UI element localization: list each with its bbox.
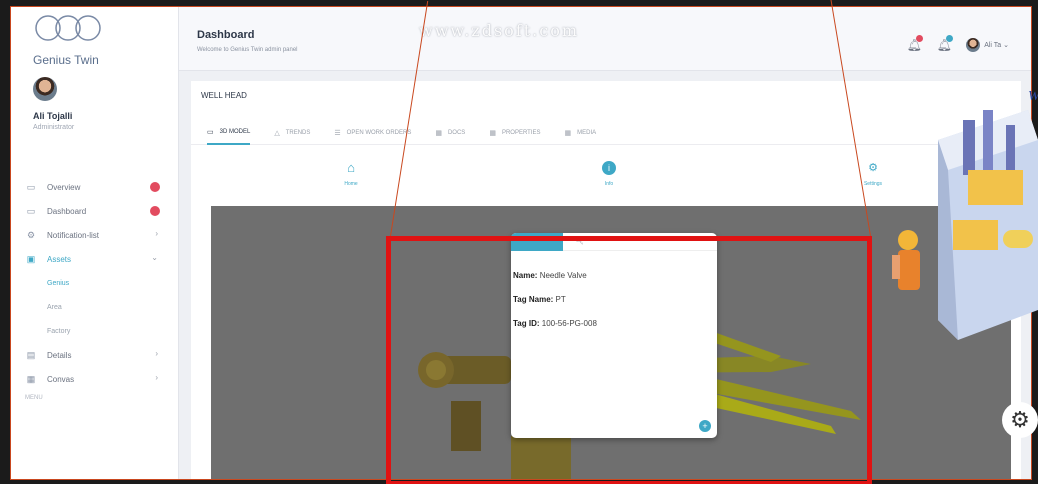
tab-label: DOCS xyxy=(447,130,466,136)
list-icon: ☰ xyxy=(334,130,341,137)
notification-badge xyxy=(150,182,160,192)
notification-badge xyxy=(150,206,160,216)
grid-icon: ▦ xyxy=(489,130,496,137)
tab-label: MEDIA xyxy=(577,130,597,136)
factory-illustration: W xyxy=(892,89,1038,340)
sidebar-item-label: Overview xyxy=(47,182,81,192)
page-subtitle: Welcome to Genius Twin admin panel xyxy=(197,47,298,53)
sidebar: Genius Twin Ali Tojalli Administrator ▭ … xyxy=(11,7,179,479)
sidebar-item-notification-list[interactable]: ⚙ Notification-list › xyxy=(11,223,178,247)
header-username[interactable]: Ali Ta xyxy=(984,42,1001,49)
settings-icon[interactable]: ⚙ xyxy=(1002,402,1038,438)
notification-dot xyxy=(946,35,954,42)
user-name: Ali Tojalli xyxy=(33,111,73,121)
illustration-text: W xyxy=(1028,89,1038,104)
home-button[interactable]: ⌂ Home xyxy=(331,160,371,188)
box-icon: ▣ xyxy=(26,254,36,264)
tab-trends[interactable]: △ TRENDS xyxy=(274,121,310,145)
logo-icon xyxy=(35,15,101,41)
page-title: Dashboard xyxy=(197,29,255,41)
tab-3d-model[interactable]: ▭ 3D MODEL xyxy=(207,121,251,145)
sidebar-item-overview[interactable]: ▭ Overview xyxy=(11,175,178,199)
tab-label: 3D MODEL xyxy=(219,129,251,135)
calendar-icon: ▤ xyxy=(26,350,36,360)
tab-properties[interactable]: ▦ PROPERTIES xyxy=(489,121,540,145)
sidebar-item-label: Details xyxy=(47,350,72,360)
sidebar-item-label: Dashboard xyxy=(47,206,87,216)
top-header: Dashboard Welcome to Genius Twin admin p… xyxy=(179,7,1031,71)
chevron-down-icon: ⌄ xyxy=(151,253,158,262)
notification-dot xyxy=(916,35,924,42)
tab-label: TRENDS xyxy=(285,130,311,136)
tab-docs[interactable]: ▦ DOCS xyxy=(435,121,465,145)
header-avatar[interactable] xyxy=(966,38,981,52)
sidebar-menu: ▭ Overview ▭ Dashboard ⚙ Notification-li… xyxy=(11,175,178,401)
monitor-icon: ▭ xyxy=(26,182,36,192)
tab-label: OPEN WORK ORDERS xyxy=(346,130,412,136)
sidebar-item-details[interactable]: ▤ Details › xyxy=(11,343,178,367)
header-actions: 🔔︎ 🔔︎ Ali Ta ⌄ xyxy=(906,35,1009,53)
chevron-right-icon: › xyxy=(155,349,158,358)
sidebar-subitem-genius[interactable]: Genius xyxy=(11,271,178,295)
gear-icon: ⚙ xyxy=(26,230,36,240)
sidebar-subitem-factory[interactable]: Factory xyxy=(11,319,178,343)
table-icon: ▦ xyxy=(26,374,36,384)
chat-icon[interactable]: 🔔︎ xyxy=(936,35,954,53)
sidebar-item-dashboard[interactable]: ▭ Dashboard xyxy=(11,199,178,223)
sidebar-item-label: Assets xyxy=(47,254,72,264)
sidebar-item-convas[interactable]: ▦ Convas › xyxy=(11,367,178,391)
logo-text: Genius Twin xyxy=(33,53,99,67)
info-icon: i xyxy=(602,161,616,175)
sidebar-footer: MENU xyxy=(25,395,43,401)
monitor-icon: ▭ xyxy=(207,129,214,136)
monitor-icon: ▭ xyxy=(26,206,36,216)
chevron-right-icon: › xyxy=(155,229,158,238)
highlight-box xyxy=(386,236,872,484)
sidebar-item-assets[interactable]: ▣ Assets ⌄ xyxy=(11,247,178,271)
home-icon: ⌂ xyxy=(347,160,355,175)
grid-icon: ▦ xyxy=(435,130,442,137)
grid-icon: ▦ xyxy=(564,130,572,137)
triangle-icon: △ xyxy=(274,130,280,137)
watermark: www.zdsoft.com xyxy=(419,21,579,40)
sidebar-subitem-area[interactable]: Area xyxy=(11,295,178,319)
sidebar-item-label: Notification-list xyxy=(47,230,100,240)
chevron-right-icon: › xyxy=(155,373,158,382)
info-button[interactable]: i Info xyxy=(589,161,629,187)
tab-media[interactable]: ▦ MEDIA xyxy=(565,121,597,145)
chevron-down-icon[interactable]: ⌄ xyxy=(1001,41,1009,49)
user-avatar[interactable] xyxy=(33,77,57,101)
card-title: WELL HEAD xyxy=(201,91,247,100)
bell-icon[interactable]: 🔔︎ xyxy=(906,35,924,53)
info-label: Info xyxy=(604,181,614,187)
sidebar-item-label: Convas xyxy=(47,374,75,384)
tab-label: PROPERTIES xyxy=(501,130,541,136)
tab-open-work-orders[interactable]: ☰ OPEN WORK ORDERS xyxy=(334,121,411,145)
user-role: Administrator xyxy=(33,124,75,131)
home-label: Home xyxy=(344,181,358,187)
